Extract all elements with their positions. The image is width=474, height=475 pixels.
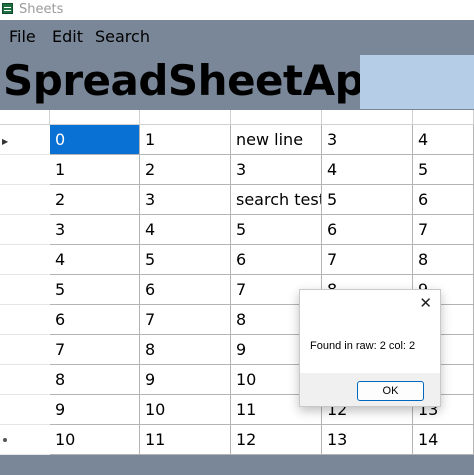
dialog-message: Found in raw: 2 col: 2: [310, 340, 416, 352]
menu-file[interactable]: File: [9, 27, 36, 46]
grid-cell[interactable]: 3: [50, 215, 140, 245]
spreadsheet-icon: [2, 3, 13, 14]
grid-cell[interactable]: 3: [140, 185, 231, 215]
column-header[interactable]: [231, 110, 322, 125]
app-banner: SpreadSheetApp: [0, 50, 474, 110]
grid-cell[interactable]: 10: [140, 395, 231, 425]
grid-cell[interactable]: 6: [140, 275, 231, 305]
status-bar: [0, 455, 474, 475]
column-header[interactable]: [50, 110, 140, 125]
grid-cell[interactable]: 3: [322, 125, 413, 155]
ok-button[interactable]: OK: [357, 381, 424, 401]
grid-cell[interactable]: 8: [413, 245, 474, 275]
row-header[interactable]: [0, 245, 50, 275]
grid-cell[interactable]: 6: [413, 185, 474, 215]
grid-cell[interactable]: new line: [231, 125, 322, 155]
grid-cell[interactable]: 3: [231, 155, 322, 185]
grid-cell[interactable]: 1: [140, 125, 231, 155]
grid-cell[interactable]: 5: [50, 275, 140, 305]
grid-cell[interactable]: 6: [50, 305, 140, 335]
grid-cell[interactable]: 4: [50, 245, 140, 275]
row-header[interactable]: ▶: [0, 125, 50, 155]
grid-cell[interactable]: 5: [322, 185, 413, 215]
grid-cell[interactable]: 7: [413, 215, 474, 245]
search-result-dialog: ✕ Found in raw: 2 col: 2 OK: [299, 289, 441, 407]
dialog-footer: OK: [300, 373, 440, 406]
grid-cell[interactable]: 7: [322, 245, 413, 275]
grid-cell[interactable]: 2: [140, 155, 231, 185]
current-row-icon: ▶: [2, 137, 9, 146]
grid-cell[interactable]: 6: [231, 245, 322, 275]
grid-cell[interactable]: 7: [140, 305, 231, 335]
column-header[interactable]: [140, 110, 231, 125]
grid-cell[interactable]: 4: [322, 155, 413, 185]
grid-cell[interactable]: 11: [140, 425, 231, 455]
column-header[interactable]: [413, 110, 474, 125]
grid-cell[interactable]: 10: [50, 425, 140, 455]
grid-cell[interactable]: 5: [140, 245, 231, 275]
menu-search[interactable]: Search: [95, 27, 150, 46]
grid-cell[interactable]: 8: [140, 335, 231, 365]
grid-cell[interactable]: 8: [50, 365, 140, 395]
menu-bar: File Edit Search: [0, 20, 474, 50]
row-header[interactable]: [0, 215, 50, 245]
grid-cell[interactable]: 9: [50, 395, 140, 425]
grid-cell[interactable]: 1: [50, 155, 140, 185]
new-row-icon: [3, 438, 7, 442]
window-title: Sheets: [19, 2, 64, 17]
row-header[interactable]: [0, 185, 50, 215]
column-header[interactable]: [322, 110, 413, 125]
row-header[interactable]: [0, 365, 50, 395]
grid-cell[interactable]: 0: [50, 125, 140, 155]
window-titlebar: Sheets: [0, 0, 474, 20]
grid-cell[interactable]: 12: [231, 425, 322, 455]
row-header[interactable]: [0, 335, 50, 365]
row-header[interactable]: [0, 275, 50, 305]
grid-cell[interactable]: 14: [413, 425, 474, 455]
grid-cell[interactable]: 2: [50, 185, 140, 215]
row-header[interactable]: [0, 395, 50, 425]
grid-cell[interactable]: 9: [140, 365, 231, 395]
grid-cell[interactable]: 4: [413, 125, 474, 155]
menu-edit[interactable]: Edit: [52, 27, 83, 46]
column-header-row: [0, 110, 474, 125]
banner-panel: [360, 55, 474, 109]
grid-cell[interactable]: 5: [413, 155, 474, 185]
corner-header[interactable]: [0, 110, 50, 125]
row-header[interactable]: [0, 425, 50, 455]
row-header[interactable]: [0, 155, 50, 185]
row-header[interactable]: [0, 305, 50, 335]
close-icon[interactable]: ✕: [419, 294, 432, 312]
grid-cell[interactable]: search test: [231, 185, 322, 215]
grid-cell[interactable]: 4: [140, 215, 231, 245]
app-title: SpreadSheetApp: [3, 56, 394, 105]
grid-cell[interactable]: 5: [231, 215, 322, 245]
grid-cell[interactable]: 7: [50, 335, 140, 365]
grid-cell[interactable]: 6: [322, 215, 413, 245]
grid-cell[interactable]: 13: [322, 425, 413, 455]
